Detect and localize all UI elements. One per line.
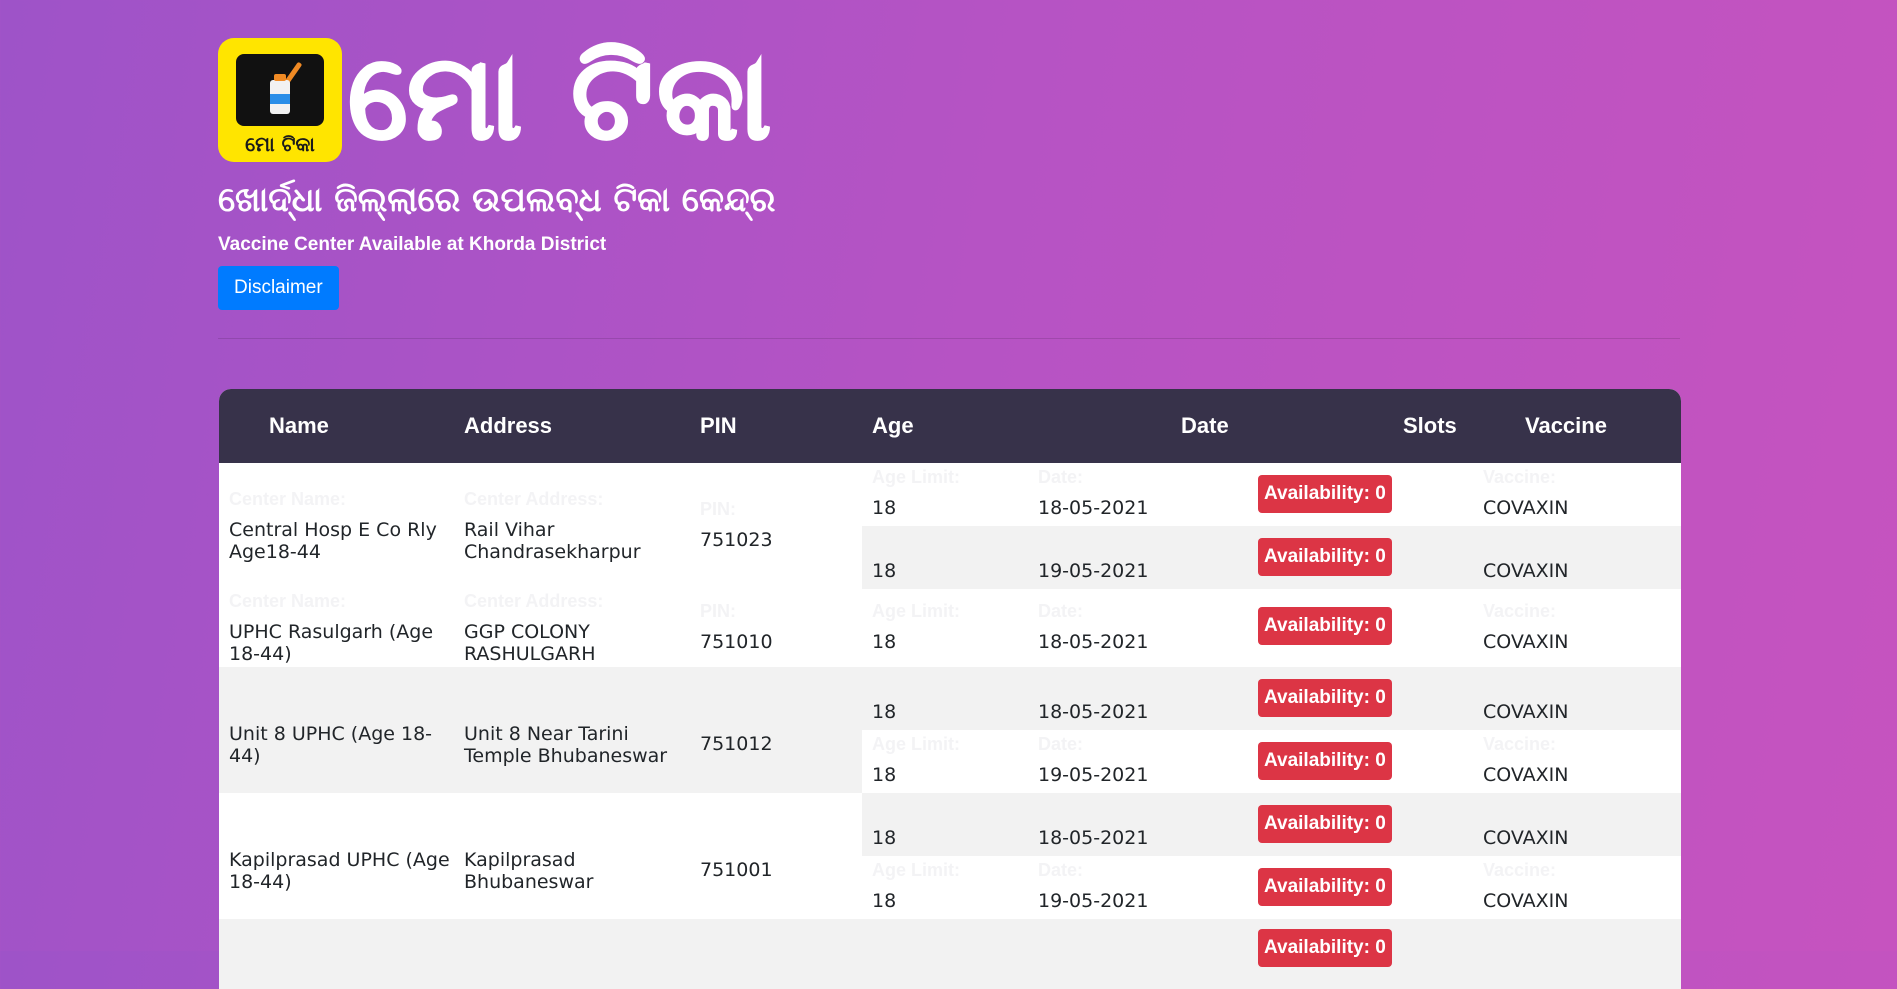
center-name: Central Hosp E Co Rly Age18-44 xyxy=(229,519,437,563)
label-pin: PIN: xyxy=(700,499,736,519)
label-center-name: Center Name: xyxy=(229,591,347,611)
session-date: 19-05-2021 xyxy=(1038,764,1149,786)
session-row: Age Limit: 18 Date: 18-05-2021 Availabil… xyxy=(862,463,1681,526)
center-pin: 751012 xyxy=(700,733,773,755)
availability-badge: Availability: 0 xyxy=(1258,538,1392,576)
session-vaccine: COVAXIN xyxy=(1483,631,1569,653)
header-slots: Slots xyxy=(1403,413,1457,438)
center-pin: 751001 xyxy=(700,859,773,881)
label-date: Date: xyxy=(1038,601,1084,621)
divider xyxy=(218,338,1680,339)
subtitle-english: Vaccine Center Available at Khorda Distr… xyxy=(218,234,607,255)
center-pin: 751023 xyxy=(700,529,773,551)
center-name: Unit 8 UPHC (Age 18-44) xyxy=(229,723,433,767)
label-vaccine: Vaccine: xyxy=(1483,734,1557,754)
label-date: Date: xyxy=(1038,734,1084,754)
session-age: 18 xyxy=(872,701,897,723)
page-title: ମୋ ଟିକା xyxy=(347,27,776,166)
session-row: Age Limit: 18 Date: 19-05-2021 Availabil… xyxy=(862,856,1681,919)
session-vaccine: COVAXIN xyxy=(1483,497,1569,519)
session-vaccine: COVAXIN xyxy=(1483,764,1569,786)
header-address: Address xyxy=(464,413,553,438)
session-age: 18 xyxy=(872,497,897,519)
header-pin: PIN xyxy=(700,413,737,438)
session-vaccine: COVAXIN xyxy=(1483,890,1569,912)
center-name: UPHC Rasulgarh (Age 18-44) xyxy=(229,621,434,665)
session-row: 18 18-05-2021 Availability: 0 COVAXIN xyxy=(862,793,1681,856)
availability-badge: Availability: 0 xyxy=(1258,679,1392,717)
label-age: Age Limit: xyxy=(872,601,960,621)
session-date: 18-05-2021 xyxy=(1038,497,1149,519)
session-vaccine: COVAXIN xyxy=(1483,560,1569,582)
session-age: 18 xyxy=(872,890,897,912)
label-date: Date: xyxy=(1038,860,1084,880)
label-vaccine: Vaccine: xyxy=(1483,467,1557,487)
center-pin: 751010 xyxy=(700,631,773,653)
session-row: 18 18-05-2021 Availability: 0 COVAXIN xyxy=(862,667,1681,730)
table-row[interactable]: Center Name: Central Hosp E Co Rly Age18… xyxy=(219,463,1681,589)
session-date: 19-05-2021 xyxy=(1038,890,1149,912)
vial-icon xyxy=(270,74,290,114)
session-date: 18-05-2021 xyxy=(1038,631,1149,653)
label-center-name: Center Name: xyxy=(229,489,347,509)
availability-badge: Availability: 0 xyxy=(1258,742,1392,780)
subtitle-odia: ଖୋର୍ଦ୍ଧା ଜିଲ୍ଲାରେ ଉପଲବ୍ଧ ଟିକା କେନ୍ଦ୍ର xyxy=(218,180,776,220)
label-center-address: Center Address: xyxy=(464,489,604,509)
session-date: 18-05-2021 xyxy=(1038,827,1149,849)
header-date: Date xyxy=(1181,413,1229,438)
availability-badge: Availability: 0 xyxy=(1258,607,1392,645)
vaccine-icon xyxy=(236,54,324,126)
label-vaccine: Vaccine: xyxy=(1483,860,1557,880)
session-age: 18 xyxy=(872,827,897,849)
app-logo: ମୋ ଟିକା xyxy=(218,38,342,162)
session-row: 18 19-05-2021 Availability: 0 COVAXIN xyxy=(862,526,1681,589)
label-vaccine: Vaccine: xyxy=(1483,601,1557,621)
center-address: Kapilprasad Bhubaneswar xyxy=(464,849,594,893)
availability-badge: Availability: 0 xyxy=(1258,868,1392,906)
brand-row: ମୋ ଟିକା ମୋ ଟିକା xyxy=(218,31,1680,168)
table-header: Name Address PIN Age Date Slots Vaccine xyxy=(219,389,1681,463)
table-row[interactable]: Availability: 0 xyxy=(219,919,1681,989)
label-date: Date: xyxy=(1038,467,1084,487)
header-name: Name xyxy=(269,413,329,438)
center-address: Unit 8 Near Tarini Temple Bhubaneswar xyxy=(464,723,668,767)
page-header: ମୋ ଟିକା ମୋ ଟିକା ଖୋର୍ଦ୍ଧା ଜିଲ୍ଲାରେ ଉପଲବ୍ଧ… xyxy=(218,31,1680,310)
label-pin: PIN: xyxy=(700,601,736,621)
label-age: Age Limit: xyxy=(872,467,960,487)
logo-caption: ମୋ ଟିକା xyxy=(245,132,315,156)
table-row[interactable]: Unit 8 UPHC (Age 18-44) Unit 8 Near Tari… xyxy=(219,667,1681,793)
session-age: 18 xyxy=(872,764,897,786)
table-body: Center Name: Central Hosp E Co Rly Age18… xyxy=(219,463,1681,989)
session-row: Age Limit: 18 Date: 19-05-2021 Availabil… xyxy=(862,730,1681,793)
table-row[interactable]: Kapilprasad UPHC (Age 18-44) Kapilprasad… xyxy=(219,793,1681,919)
label-center-address: Center Address: xyxy=(464,591,604,611)
availability-badge: Availability: 0 xyxy=(1258,475,1392,513)
center-address: Rail Vihar Chandrasekharpur xyxy=(464,519,641,563)
header-vaccine: Vaccine xyxy=(1525,413,1607,438)
disclaimer-button[interactable]: Disclaimer xyxy=(218,266,339,310)
session-age: 18 xyxy=(872,631,897,653)
header-age: Age xyxy=(872,413,914,438)
center-address: GGP COLONY RASHULGARH xyxy=(464,621,596,665)
label-age: Age Limit: xyxy=(872,734,960,754)
session-date: 19-05-2021 xyxy=(1038,560,1149,582)
session-age: 18 xyxy=(872,560,897,582)
availability-badge: Availability: 0 xyxy=(1258,805,1392,843)
session-vaccine: COVAXIN xyxy=(1483,701,1569,723)
session-row: Age Limit: 18 Date: 18-05-2021 Availabil… xyxy=(862,589,1681,667)
centers-table: Name Address PIN Age Date Slots Vaccine … xyxy=(219,389,1681,989)
label-age: Age Limit: xyxy=(872,860,960,880)
session-vaccine: COVAXIN xyxy=(1483,827,1569,849)
session-date: 18-05-2021 xyxy=(1038,701,1149,723)
center-name: Kapilprasad UPHC (Age 18-44) xyxy=(229,849,450,893)
availability-badge: Availability: 0 xyxy=(1258,929,1392,967)
table-row[interactable]: Center Name: UPHC Rasulgarh (Age 18-44) … xyxy=(219,589,1681,667)
